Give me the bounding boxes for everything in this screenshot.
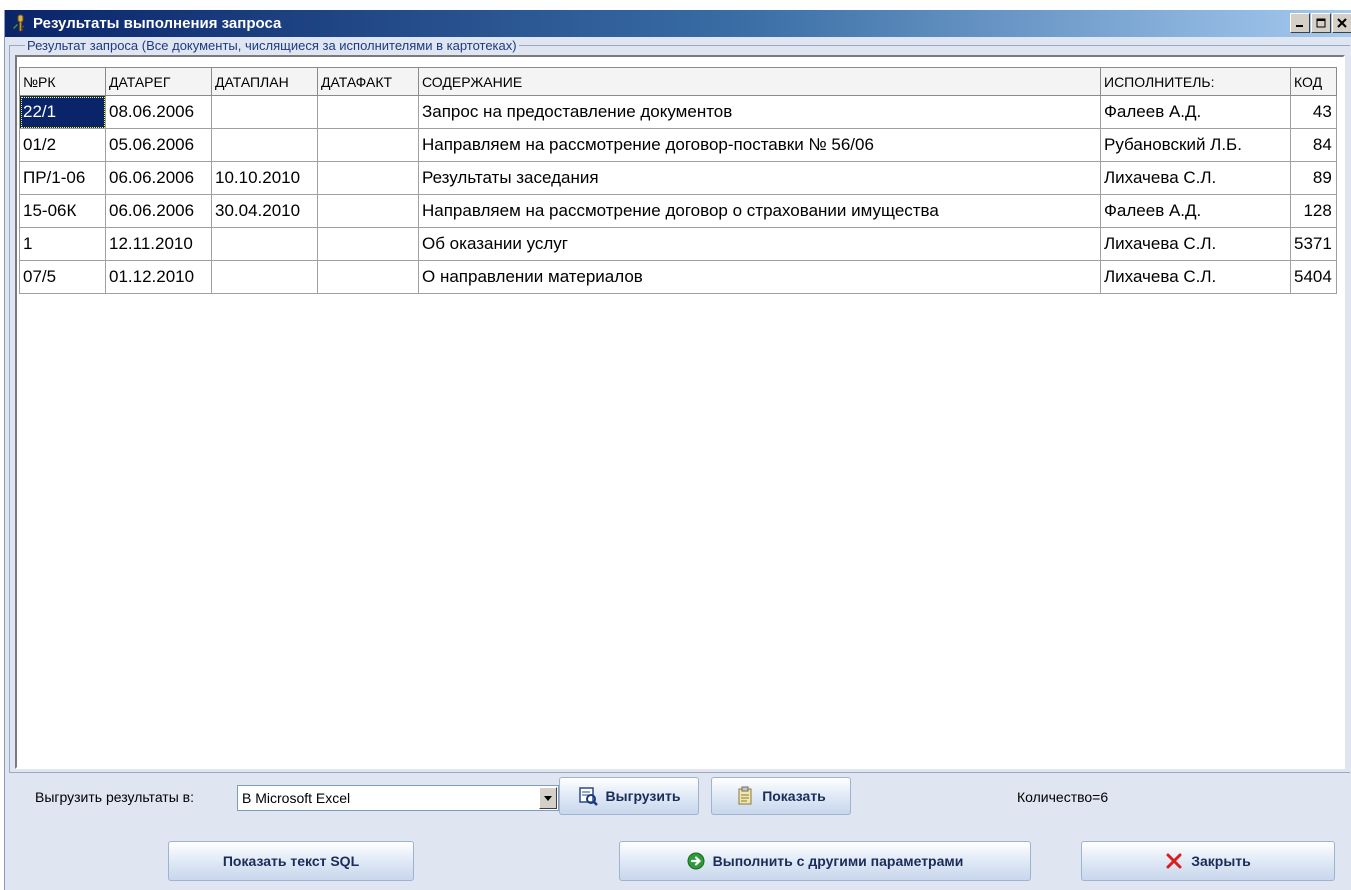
document-icon xyxy=(736,786,754,806)
close-button-label: Закрыть xyxy=(1191,853,1251,869)
column-header-datareg[interactable]: ДАТАРЕГ xyxy=(105,67,212,96)
cell-datareg[interactable]: 08.06.2006 xyxy=(105,95,212,129)
run-with-other-params-button[interactable]: Выполнить с другими параметрами xyxy=(619,841,1031,881)
window-title: Результаты выполнения запроса xyxy=(33,15,282,32)
export-icon xyxy=(578,786,598,806)
cell-datareg[interactable]: 05.06.2006 xyxy=(105,128,212,162)
column-header-datafakt[interactable]: ДАТАФАКТ xyxy=(317,67,419,96)
cell-executor[interactable]: Фалеев А.Д. xyxy=(1100,95,1291,129)
cell-code[interactable]: 43 xyxy=(1290,95,1337,129)
cell-dataplan[interactable]: 10.10.2010 xyxy=(211,161,318,195)
table-row[interactable]: 01/2 05.06.2006 Направляем на рассмотрен… xyxy=(19,128,1337,162)
show-sql-button-label: Показать текст SQL xyxy=(222,853,360,869)
cell-datafakt[interactable] xyxy=(317,128,419,162)
cell-executor[interactable]: Лихачева С.Л. xyxy=(1100,260,1291,294)
cell-datareg[interactable]: 01.12.2010 xyxy=(105,260,212,294)
export-target-select[interactable]: В Microsoft Excel xyxy=(237,785,559,811)
cell-dataplan[interactable] xyxy=(211,128,318,162)
table-row[interactable]: 07/5 01.12.2010 О направлении материалов… xyxy=(19,260,1337,294)
dropdown-arrow-icon[interactable] xyxy=(539,787,557,809)
cell-dataplan[interactable] xyxy=(211,260,318,294)
key-icon xyxy=(12,14,28,32)
query-results-window: Результаты выполнения запроса Результат … xyxy=(4,10,1351,890)
cell-executor[interactable]: Лихачева С.Л. xyxy=(1100,227,1291,261)
column-header-code[interactable]: КОД xyxy=(1290,67,1337,96)
cell-dataplan[interactable] xyxy=(211,95,318,129)
export-target-label: Выгрузить результаты в: xyxy=(35,789,194,805)
title-bar[interactable]: Результаты выполнения запроса xyxy=(5,10,1351,37)
table-row[interactable]: 22/1 08.06.2006 Запрос на предоставление… xyxy=(19,95,1337,129)
close-icon xyxy=(1337,18,1347,28)
cell-executor[interactable]: Лихачева С.Л. xyxy=(1100,161,1291,195)
run-with-other-params-label: Выполнить с другими параметрами xyxy=(712,853,964,869)
column-header-rk[interactable]: №РК xyxy=(19,67,106,96)
cell-content[interactable]: О направлении материалов xyxy=(418,260,1101,294)
table-row[interactable]: ПР/1-06 06.06.2006 10.10.2010 Результаты… xyxy=(19,161,1337,195)
cell-content[interactable]: Направляем на рассмотрение договор-поста… xyxy=(418,128,1101,162)
cell-content[interactable]: Об оказании услуг xyxy=(418,227,1101,261)
cell-rk[interactable]: ПР/1-06 xyxy=(19,161,106,195)
cell-rk[interactable]: 01/2 xyxy=(19,128,106,162)
show-button[interactable]: Показать xyxy=(711,777,851,815)
result-count: Количество=6 xyxy=(1017,789,1109,805)
maximize-button[interactable] xyxy=(1311,13,1331,33)
show-button-label: Показать xyxy=(762,788,826,804)
column-header-dataplan[interactable]: ДАТАПЛАН xyxy=(211,67,318,96)
table-row[interactable]: 15-06К 06.06.2006 30.04.2010 Направляем … xyxy=(19,194,1337,228)
cell-content[interactable]: Направляем на рассмотрение договор о стр… xyxy=(418,194,1101,228)
maximize-icon xyxy=(1316,18,1326,28)
minimize-icon xyxy=(1296,25,1303,27)
cell-executor[interactable]: Рубановский Л.Б. xyxy=(1100,128,1291,162)
cell-datareg[interactable]: 06.06.2006 xyxy=(105,194,212,228)
cell-datafakt[interactable] xyxy=(317,227,419,261)
cell-rk[interactable]: 15-06К xyxy=(19,194,106,228)
cell-rk[interactable]: 1 xyxy=(19,227,106,261)
close-window-button[interactable] xyxy=(1332,13,1351,33)
close-button[interactable]: Закрыть xyxy=(1081,841,1335,881)
table-row[interactable]: 1 12.11.2010 Об оказании услуг Лихачева … xyxy=(19,227,1337,261)
export-button[interactable]: Выгрузить xyxy=(559,777,699,815)
results-table: №РК ДАТАРЕГ ДАТАПЛАН ДАТАФАКТ СОДЕРЖАНИЕ… xyxy=(19,67,1337,294)
cell-rk[interactable]: 07/5 xyxy=(19,260,106,294)
column-header-content[interactable]: СОДЕРЖАНИЕ xyxy=(418,67,1101,96)
cell-rk[interactable]: 22/1 xyxy=(19,95,106,129)
cell-code[interactable]: 5371 xyxy=(1290,227,1337,261)
cell-executor[interactable]: Фалеев А.Д. xyxy=(1100,194,1291,228)
cell-content[interactable]: Запрос на предоставление документов xyxy=(418,95,1101,129)
cell-datafakt[interactable] xyxy=(317,194,419,228)
cell-code[interactable]: 128 xyxy=(1290,194,1337,228)
cell-datafakt[interactable] xyxy=(317,95,419,129)
cell-code[interactable]: 5404 xyxy=(1290,260,1337,294)
cell-content[interactable]: Результаты заседания xyxy=(418,161,1101,195)
minimize-button[interactable] xyxy=(1290,13,1310,33)
cell-code[interactable]: 89 xyxy=(1290,161,1337,195)
results-group-title: Результат запроса (Все документы, числящ… xyxy=(25,38,519,53)
cell-datareg[interactable]: 12.11.2010 xyxy=(105,227,212,261)
cell-datafakt[interactable] xyxy=(317,161,419,195)
cell-datareg[interactable]: 06.06.2006 xyxy=(105,161,212,195)
results-grid[interactable]: №РК ДАТАРЕГ ДАТАПЛАН ДАТАФАКТ СОДЕРЖАНИЕ… xyxy=(15,55,1345,769)
cell-dataplan[interactable] xyxy=(211,227,318,261)
cell-dataplan[interactable]: 30.04.2010 xyxy=(211,194,318,228)
caption-buttons xyxy=(1289,13,1351,33)
export-target-value: В Microsoft Excel xyxy=(242,790,351,806)
cell-datafakt[interactable] xyxy=(317,260,419,294)
show-sql-button[interactable]: Показать текст SQL xyxy=(168,841,414,881)
close-x-icon xyxy=(1165,852,1183,870)
table-header-row: №РК ДАТАРЕГ ДАТАПЛАН ДАТАФАКТ СОДЕРЖАНИЕ… xyxy=(19,67,1337,96)
cell-code[interactable]: 84 xyxy=(1290,128,1337,162)
go-arrow-icon xyxy=(687,852,705,870)
column-header-executor[interactable]: ИСПОЛНИТЕЛЬ: xyxy=(1100,67,1291,96)
export-button-label: Выгрузить xyxy=(605,788,681,804)
